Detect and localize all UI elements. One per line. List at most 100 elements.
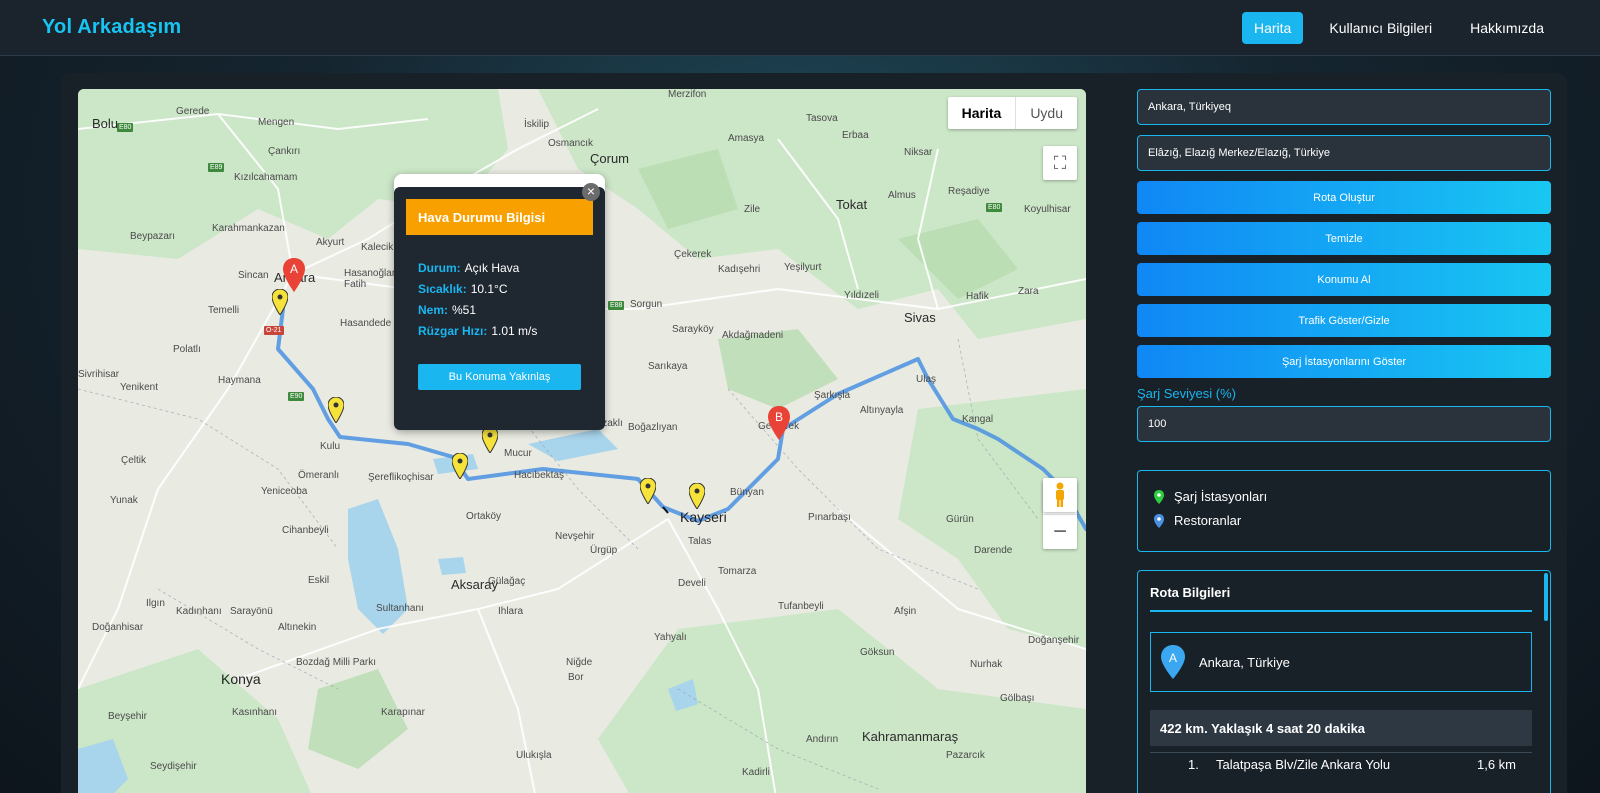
weather-value: 10.1°C (470, 282, 508, 296)
map-label: Tasova (806, 113, 838, 124)
weather-value: 1.01 m/s (491, 324, 538, 338)
map-label: Şarkışla (814, 390, 851, 401)
map-label: Temelli (208, 305, 240, 316)
green-pin-icon (1154, 489, 1164, 504)
weather-pin-icon[interactable] (640, 478, 656, 504)
route-step-row: 1. Talatpaşa Blv/Zile Ankara Yolu 1,6 km (1150, 752, 1532, 776)
map-label: Yenikent (120, 382, 158, 393)
show-chargers-button[interactable]: Şarj İstasyonlarını Göster (1137, 345, 1551, 378)
nav-link-user-info[interactable]: Kullanıcı Bilgileri (1317, 12, 1444, 44)
map-label: Ortaköy (466, 511, 502, 522)
map-label: Sivas (904, 310, 936, 325)
weather-row-humidity: Nem: %51 (406, 303, 593, 317)
route-info-panel: Rota Bilgileri A Ankara, Türkiye 422 km.… (1137, 570, 1551, 793)
map-label: Hasanoğlan (344, 268, 398, 279)
destination-input[interactable]: Elâzığ, Elazığ Merkez/Elazığ, Türkiye (1137, 135, 1551, 171)
nav-link-about[interactable]: Hakkımızda (1458, 12, 1556, 44)
map-label: Çekerek (674, 249, 712, 260)
weather-label: Durum: (418, 261, 461, 275)
weather-pin-icon[interactable] (452, 453, 468, 479)
fullscreen-icon[interactable]: ⛶ (1043, 146, 1077, 180)
map-label: Pınarbaşı (808, 512, 851, 523)
map-label: Bor (568, 672, 584, 683)
weather-label: Sıcaklık: (418, 282, 467, 296)
map-label: Kahramanmaraş (862, 729, 959, 744)
toggle-traffic-button[interactable]: Trafik Göster/Gizle (1137, 304, 1551, 337)
origin-input[interactable]: Ankara, Türkiyeq (1137, 89, 1551, 125)
map-label: Niğde (566, 657, 593, 668)
zoom-out-button[interactable]: − (1043, 515, 1077, 549)
nav-links: Harita Kullanıcı Bilgileri Hakkımızda (1242, 11, 1556, 44)
clear-button[interactable]: Temizle (1137, 222, 1551, 255)
get-location-button[interactable]: Konumu Al (1137, 263, 1551, 296)
map-label: Kangal (962, 414, 994, 425)
map-label: Haymana (218, 375, 261, 386)
map-label: Afşin (894, 606, 917, 617)
street-view-pegman-icon[interactable] (1043, 478, 1077, 512)
map-label: Fatih (344, 279, 367, 290)
nav-link-map[interactable]: Harita (1242, 11, 1304, 44)
map-label: Gölbaşı (1000, 693, 1035, 704)
map-label: Akyurt (316, 237, 345, 248)
map-label: Yıldızeli (844, 290, 880, 301)
map-label: İskilip (524, 119, 550, 130)
route-info-scrollbar[interactable] (1544, 573, 1548, 621)
weather-pin-icon[interactable] (689, 483, 705, 509)
map-label: Andırın (806, 734, 839, 745)
route-start-label: Ankara, Türkiye (1199, 654, 1290, 670)
map-label: Konya (221, 671, 261, 687)
map-label: Bünyan (730, 487, 764, 498)
map-label: Şereflikoçhisar (368, 472, 434, 483)
road-badge: O-21 (264, 326, 284, 335)
charge-level-input[interactable]: 100 (1137, 406, 1551, 442)
map-type-control: Harita Uydu (947, 97, 1077, 129)
map-label: Çorum (590, 151, 630, 166)
map-label: Niksar (904, 147, 933, 158)
map-label: Karapınar (381, 707, 425, 718)
road-badge: E89 (208, 163, 225, 172)
weather-details: Durum: Açık Hava Sıcaklık: 10.1°C Nem: %51 … (406, 261, 593, 338)
map-label: Ihlara (498, 606, 524, 617)
weather-row-temperature: Sıcaklık: 10.1°C (406, 282, 593, 296)
map-label: Boğazlıyan (628, 422, 678, 433)
map-label: Tufanbeyli (778, 601, 824, 612)
map-label: Sarayköy (672, 324, 714, 335)
map-label: Ulaş (916, 374, 937, 385)
weather-pin-icon[interactable] (482, 427, 498, 453)
route-end-marker[interactable]: B (768, 406, 790, 440)
map-label: Hafik (966, 291, 989, 302)
map-label: Yahyalı (654, 632, 687, 643)
map-label: Akdağmadeni (722, 330, 784, 341)
map-label: Doğanhisar (92, 622, 144, 633)
zoom-to-location-button[interactable]: Bu Konuma Yakınlaş (418, 364, 581, 390)
weather-row-condition: Durum: Açık Hava (406, 261, 593, 275)
map-type-map-button[interactable]: Harita (948, 97, 1017, 129)
create-route-button[interactable]: Rota Oluştur (1137, 181, 1551, 214)
route-info-title: Rota Bilgileri (1150, 585, 1532, 612)
map-label: Ürgüp (590, 545, 618, 556)
brand-logo[interactable]: Yol Arkadaşım (42, 16, 181, 39)
map-label: Sultanhanı (376, 603, 424, 614)
step-road: Talatpaşa Blv/Zile Ankara Yolu (1216, 757, 1391, 772)
road-badge: E80 (117, 123, 134, 132)
route-start-marker[interactable]: A (283, 258, 305, 292)
map-label: Kadınhanı (176, 606, 222, 617)
map-label: Sarıkaya (648, 361, 688, 372)
map-label: Reşadiye (948, 186, 990, 197)
marker-letter: A (1169, 651, 1177, 665)
map-type-satellite-button[interactable]: Uydu (1016, 97, 1077, 129)
map-label: Merzifon (668, 89, 707, 100)
map-label: Ilgın (146, 598, 165, 609)
map-label: Yeniceoba (261, 486, 308, 497)
map-label: Yeşilyurt (784, 262, 822, 273)
map-label: Beyşehir (108, 711, 147, 722)
legend-label: Şarj İstasyonları (1174, 489, 1268, 504)
weather-pin-icon[interactable] (328, 397, 344, 423)
map-label: Zile (744, 204, 761, 215)
map-label: Bolu (92, 116, 119, 131)
map-legend: Şarj İstasyonları Restoranlar (1137, 470, 1551, 552)
charge-level-label: Şarj Seviyesi (%) (1137, 386, 1236, 401)
weather-popup-title: Hava Durumu Bilgisi (406, 199, 593, 235)
close-icon[interactable]: × (582, 183, 600, 201)
weather-pin-icon[interactable] (272, 289, 288, 315)
